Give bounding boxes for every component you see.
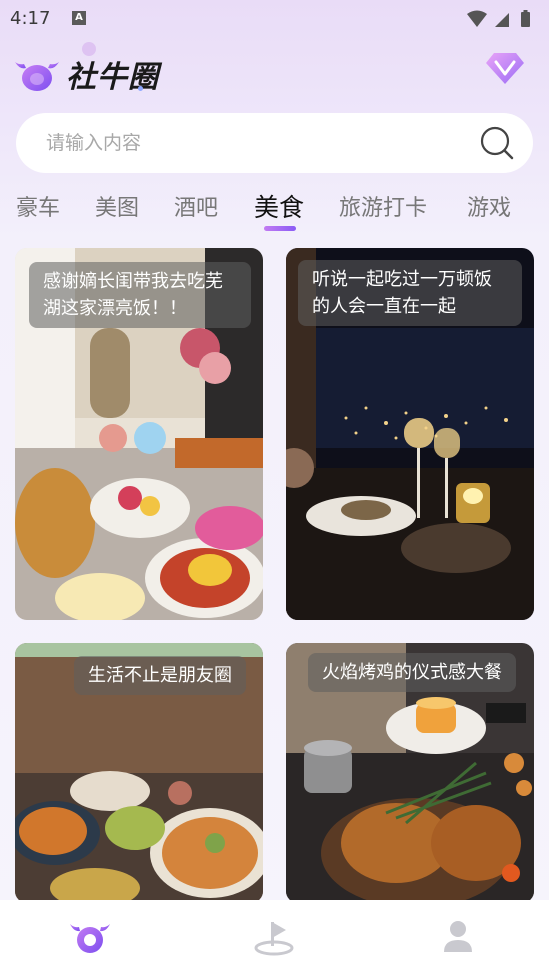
status-time: 4:17 [10,8,51,29]
bottom-navigation [0,900,549,976]
status-bar: 4:17 A [0,0,549,36]
cell-signal-icon [495,13,509,27]
signal-battery-icons [467,10,530,27]
tab-jiuba[interactable]: 酒吧 [174,190,218,222]
app-header: 社牛圈 [0,42,549,102]
decor-dot [82,42,96,56]
post-caption: 生活不止是朋友圈 [74,656,246,695]
notification-icon: A [72,11,86,25]
search-bar[interactable] [16,113,533,173]
bull-logo-icon [15,62,59,91]
bull-icon[interactable] [68,916,112,956]
tab-youxi[interactable]: 游戏 [467,190,511,222]
profile-icon[interactable] [436,916,480,956]
diamond-vip-icon[interactable] [485,50,525,86]
category-tabs: 豪车 美图 酒吧 美食 旅游打卡 游戏 [0,186,549,232]
tab-meitu[interactable]: 美图 [95,190,139,222]
post-card[interactable]: 生活不止是朋友圈 [15,643,263,903]
post-card[interactable]: 听说一起吃过一万顿饭的人会一直在一起 [286,248,534,620]
search-input[interactable] [46,113,466,173]
wifi-icon [467,10,487,27]
battery-icon [521,12,530,27]
post-card[interactable]: 火焰烤鸡的仪式感大餐 [286,643,534,903]
planet-icon[interactable] [252,916,296,956]
post-caption: 火焰烤鸡的仪式感大餐 [308,653,516,692]
post-card[interactable]: 感谢嫡长闺带我去吃芜湖这家漂亮饭！！ [15,248,263,620]
post-caption: 感谢嫡长闺带我去吃芜湖这家漂亮饭！！ [29,262,251,328]
tab-haoche[interactable]: 豪车 [16,190,60,222]
decor-dot [138,86,143,91]
tab-lvyou-daka[interactable]: 旅游打卡 [339,190,427,222]
tab-meishi[interactable]: 美食 [254,188,304,224]
post-caption: 听说一起吃过一万顿饭的人会一直在一起 [298,260,522,326]
active-tab-indicator [264,226,296,231]
app-title: 社牛圈 [66,60,159,95]
search-icon[interactable] [479,125,515,161]
